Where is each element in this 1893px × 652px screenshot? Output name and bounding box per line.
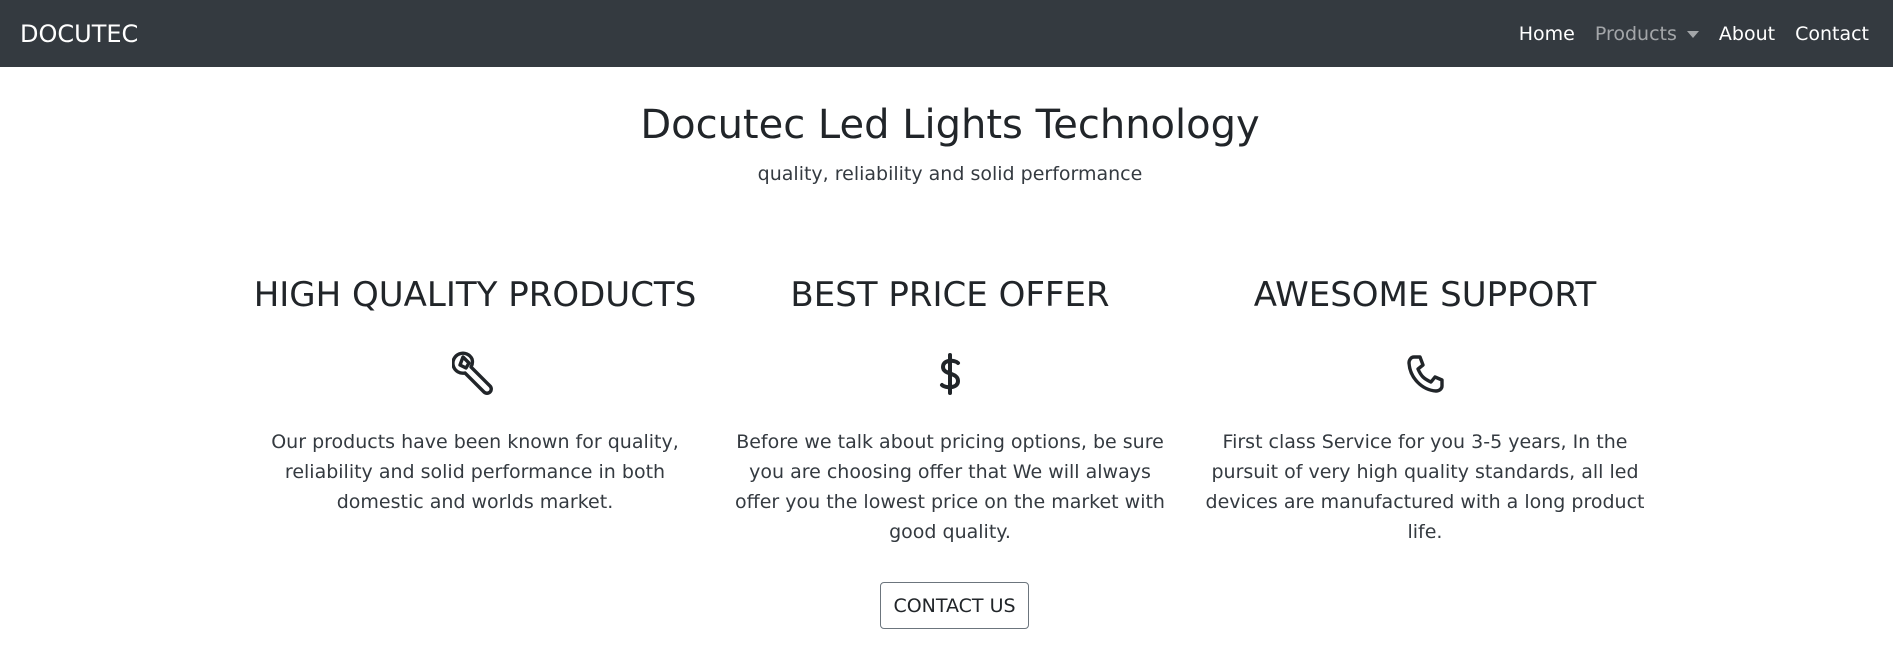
dollar-icon bbox=[715, 350, 1185, 398]
nav-dropdown-products[interactable]: Products bbox=[1595, 23, 1699, 45]
feature-text: Before we talk about pricing options, be… bbox=[735, 431, 1165, 543]
wrench-icon bbox=[240, 350, 710, 398]
feature-title: HIGH QUALITY PRODUCTS bbox=[253, 275, 697, 315]
feature-title: BEST PRICE OFFER bbox=[790, 275, 1110, 315]
navbar: DOCUTEC Home Products About Contact bbox=[0, 0, 1893, 67]
contact-us-button[interactable]: CONTACT US bbox=[880, 582, 1029, 629]
nav-link-home[interactable]: Home bbox=[1519, 23, 1575, 45]
feature-support: AWESOME SUPPORT First class Service for … bbox=[1190, 272, 1660, 547]
nav-links: Home Products About Contact bbox=[1519, 23, 1873, 45]
phone-icon bbox=[1190, 350, 1660, 398]
nav-link-about[interactable]: About bbox=[1719, 23, 1775, 45]
feature-text: Our products have been known for quality… bbox=[271, 431, 679, 513]
hero-subtitle: quality, reliability and solid performan… bbox=[757, 163, 1143, 185]
nav-link-contact[interactable]: Contact bbox=[1795, 23, 1869, 45]
feature-quality: HIGH QUALITY PRODUCTS Our products have … bbox=[240, 272, 710, 517]
nav-link-products-label: Products bbox=[1594, 22, 1677, 45]
brand-logo[interactable]: DOCUTEC bbox=[20, 20, 138, 48]
feature-price: BEST PRICE OFFER Before we talk about pr… bbox=[715, 272, 1185, 547]
feature-title: AWESOME SUPPORT bbox=[1253, 275, 1597, 315]
hero-title: Docutec Led Lights Technology bbox=[640, 102, 1260, 148]
caret-down-icon bbox=[1686, 30, 1699, 38]
feature-text: First class Service for you 3-5 years, I… bbox=[1205, 431, 1645, 543]
